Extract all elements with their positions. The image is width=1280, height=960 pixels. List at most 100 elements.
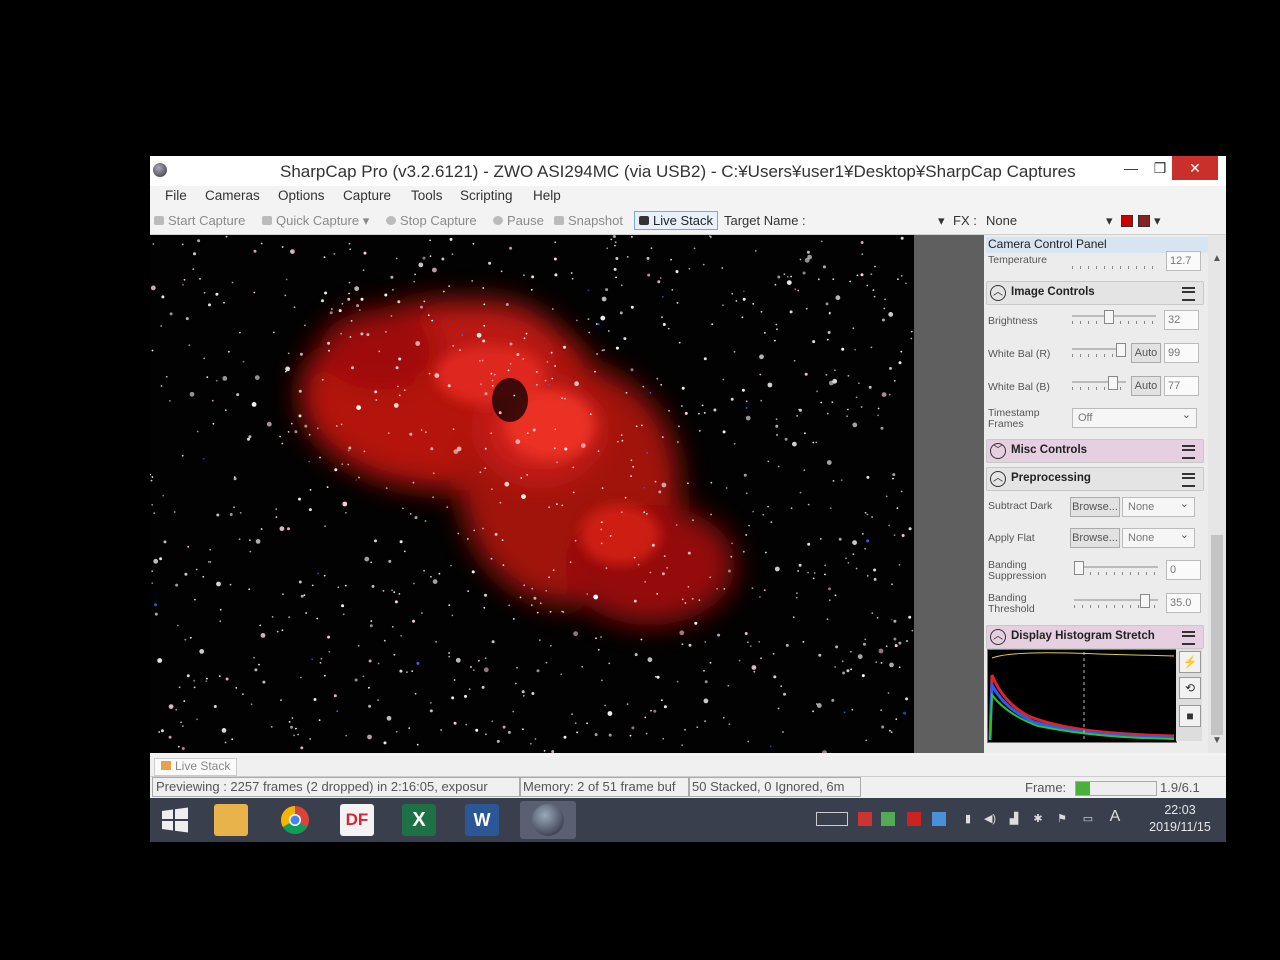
star <box>483 667 489 673</box>
star <box>819 538 822 540</box>
wb-blue-label: White Bal (B) <box>988 381 1050 393</box>
bluetooth-icon[interactable]: ✱ <box>1031 812 1045 826</box>
tray-app-icon[interactable] <box>858 812 872 826</box>
banding-suppression-slider[interactable] <box>1074 561 1158 575</box>
image-controls-header[interactable]: ︿ Image Controls <box>986 281 1204 305</box>
battery-icon[interactable]: ▮ <box>961 812 975 826</box>
star <box>826 412 829 415</box>
panel-scrollbar[interactable]: ▲ ▼ <box>1208 235 1226 753</box>
banding-suppression-value[interactable]: 0 <box>1166 560 1201 580</box>
hamburger-icon[interactable] <box>1182 473 1195 487</box>
taskbar-clock[interactable]: 22:03 2019/11/15 <box>1136 802 1224 836</box>
subtract-dark-select[interactable]: None <box>1122 495 1195 517</box>
collapse-icon[interactable]: ︿ <box>990 629 1006 645</box>
scroll-down-icon[interactable]: ▼ <box>1212 735 1222 746</box>
apply-flat-browse-button[interactable]: Browse... <box>1070 528 1120 548</box>
auto-stretch-icon[interactable]: ⚡ <box>1179 651 1201 673</box>
star <box>175 583 179 587</box>
tray-ht-icon[interactable] <box>881 812 895 826</box>
wb-red-slider[interactable] <box>1072 343 1126 357</box>
star <box>752 303 755 305</box>
misc-controls-header[interactable]: ﹀ Misc Controls <box>986 439 1204 463</box>
target-name-dropdown-arrow[interactable]: ▾ <box>938 213 945 229</box>
collapse-icon[interactable]: ︿ <box>990 471 1006 487</box>
reticle-icon[interactable] <box>1138 215 1150 227</box>
brightness-value[interactable]: 32 <box>1164 310 1199 330</box>
star <box>758 641 761 643</box>
acrobat-tray-icon[interactable] <box>907 812 921 826</box>
snapshot-button[interactable]: Snapshot <box>554 213 623 228</box>
star <box>854 348 856 351</box>
chrome-icon[interactable] <box>278 804 312 836</box>
menu-capture[interactable]: Capture <box>343 188 391 203</box>
quick-capture-button[interactable]: Quick Capture ▾ <box>262 213 369 229</box>
toolbar: Start Capture Quick Capture ▾ Stop Captu… <box>150 208 1226 235</box>
star <box>228 350 230 353</box>
scroll-up-icon[interactable]: ▲ <box>1212 253 1222 264</box>
target-name-input[interactable] <box>810 213 944 227</box>
preprocessing-header[interactable]: ︿ Preprocessing <box>986 467 1204 491</box>
network-tray-icon[interactable] <box>932 812 946 826</box>
star <box>288 721 291 723</box>
ime-indicator[interactable]: A <box>1108 808 1122 825</box>
wb-red-value[interactable]: 99 <box>1164 343 1199 363</box>
banding-threshold-slider[interactable] <box>1074 594 1158 608</box>
keyboard-icon[interactable] <box>816 812 848 826</box>
fx-select[interactable]: None <box>986 213 1017 228</box>
record-icon[interactable] <box>1121 215 1133 227</box>
pause-button[interactable]: Pause <box>493 213 544 228</box>
star <box>399 669 403 673</box>
close-button[interactable]: ✕ <box>1172 156 1218 180</box>
file-explorer-icon[interactable] <box>214 804 248 836</box>
fx-dropdown-arrow[interactable]: ▾ <box>1106 213 1113 229</box>
star <box>676 302 679 304</box>
hamburger-icon[interactable] <box>1182 445 1195 459</box>
menu-cameras[interactable]: Cameras <box>205 188 260 203</box>
wb-blue-auto-button[interactable]: Auto <box>1131 376 1161 396</box>
menu-scripting[interactable]: Scripting <box>460 188 513 203</box>
banding-threshold-value[interactable]: 35.0 <box>1166 593 1201 613</box>
reset-icon[interactable]: ⟲ <box>1179 677 1201 699</box>
sharpcap-taskbar-icon[interactable] <box>520 801 576 839</box>
wb-red-auto-button[interactable]: Auto <box>1131 343 1161 363</box>
wb-blue-value[interactable]: 77 <box>1164 376 1199 396</box>
wb-blue-slider[interactable] <box>1072 376 1126 390</box>
chrome-logo <box>281 806 309 834</box>
menu-file[interactable]: File <box>165 188 187 203</box>
star <box>363 450 366 453</box>
word-icon[interactable]: W <box>465 804 499 836</box>
excel-icon[interactable]: X <box>402 804 436 836</box>
tab-live-stack[interactable]: Live Stack <box>154 758 238 776</box>
hamburger-icon[interactable] <box>1182 287 1195 301</box>
stop-capture-button[interactable]: Stop Capture <box>386 213 477 228</box>
reticle-dropdown-arrow[interactable]: ▾ <box>1154 213 1161 229</box>
volume-icon[interactable]: ◀) <box>983 812 997 826</box>
image-viewer[interactable] <box>150 235 914 753</box>
brightness-slider[interactable] <box>1072 310 1156 324</box>
display-icon[interactable]: ▭ <box>1081 812 1095 826</box>
menu-options[interactable]: Options <box>278 188 325 203</box>
subtract-dark-browse-button[interactable]: Browse... <box>1070 497 1120 517</box>
expand-icon[interactable]: ﹀ <box>990 443 1006 459</box>
menu-help[interactable]: Help <box>533 188 561 203</box>
flag-icon[interactable]: ⚑ <box>1055 812 1069 826</box>
save-icon[interactable]: ■ <box>1179 705 1201 727</box>
pdf-app-icon[interactable]: DF <box>340 804 374 836</box>
signal-icon[interactable]: ▟ <box>1007 812 1021 826</box>
hamburger-icon[interactable] <box>1182 631 1195 645</box>
sharpcap-app-icon[interactable] <box>153 163 167 177</box>
histogram-header[interactable]: ︿ Display Histogram Stretch <box>986 625 1204 649</box>
star <box>824 573 826 576</box>
start-capture-button[interactable]: Start Capture <box>154 213 245 228</box>
windows-start-icon[interactable] <box>158 804 192 836</box>
histogram-graph[interactable] <box>987 649 1177 743</box>
apply-flat-select[interactable]: None <box>1122 526 1195 548</box>
scroll-thumb[interactable] <box>1211 535 1223 735</box>
menu-tools[interactable]: Tools <box>411 188 443 203</box>
star <box>169 312 173 316</box>
nebula-glow <box>300 300 735 625</box>
star <box>847 374 850 377</box>
timestamp-select[interactable]: Off <box>1072 406 1197 428</box>
live-stack-button[interactable]: Live Stack <box>634 211 718 230</box>
collapse-icon[interactable]: ︿ <box>990 285 1006 301</box>
